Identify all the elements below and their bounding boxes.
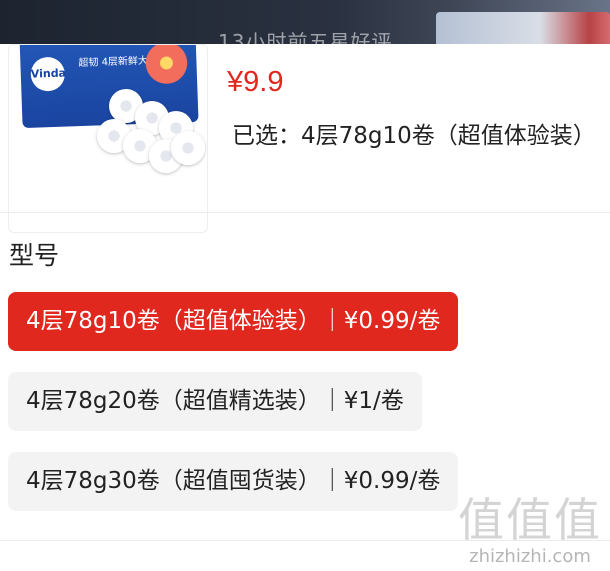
background-review-text: 13小时前五星好评 bbox=[218, 30, 393, 44]
tissue-roll bbox=[171, 131, 205, 165]
background-overlay: 13小时前五星好评 bbox=[0, 0, 610, 44]
product-thumbnail[interactable]: Vinda 超韧 4层新鲜大卷 bbox=[8, 44, 208, 233]
spec-option-label: 4层78g10卷（超值体验装）｜¥0.99/卷 bbox=[26, 308, 441, 334]
price-label: ¥9.9 bbox=[227, 66, 284, 98]
spec-option-label: 4层78g20卷（超值精选装）｜¥1/卷 bbox=[26, 388, 404, 414]
flower-decoration bbox=[141, 45, 192, 88]
selected-summary: 已选：4层78g10卷（超值体验装） bbox=[232, 116, 596, 150]
spec-section-title: 型号 bbox=[9, 241, 60, 270]
watermark-url: zhizhizhi.com bbox=[469, 546, 591, 567]
spec-option-10-rolls[interactable]: 4层78g10卷（超值体验装）｜¥0.99/卷 bbox=[8, 292, 459, 351]
spec-option-30-rolls[interactable]: 4层78g30卷（超值囤货装）｜¥0.99/卷 bbox=[8, 452, 459, 511]
divider bbox=[0, 212, 610, 213]
sku-selector-sheet: Vinda 超韧 4层新鲜大卷 ¥9.9 已选：4层78g10卷（超值体验装） … bbox=[0, 44, 610, 571]
watermark-logo: 值值值 bbox=[458, 493, 602, 547]
background-card bbox=[436, 12, 610, 44]
site-watermark: 值值值 zhizhizhi.com bbox=[458, 484, 602, 567]
spec-option-20-rolls[interactable]: 4层78g20卷（超值精选装）｜¥1/卷 bbox=[8, 372, 422, 431]
selected-prefix: 已选： bbox=[232, 123, 301, 149]
selected-value: 4层78g10卷（超值体验装） bbox=[301, 123, 596, 149]
brand-logo: Vinda bbox=[30, 56, 66, 92]
spec-option-label: 4层78g30卷（超值囤货装）｜¥0.99/卷 bbox=[26, 468, 441, 494]
